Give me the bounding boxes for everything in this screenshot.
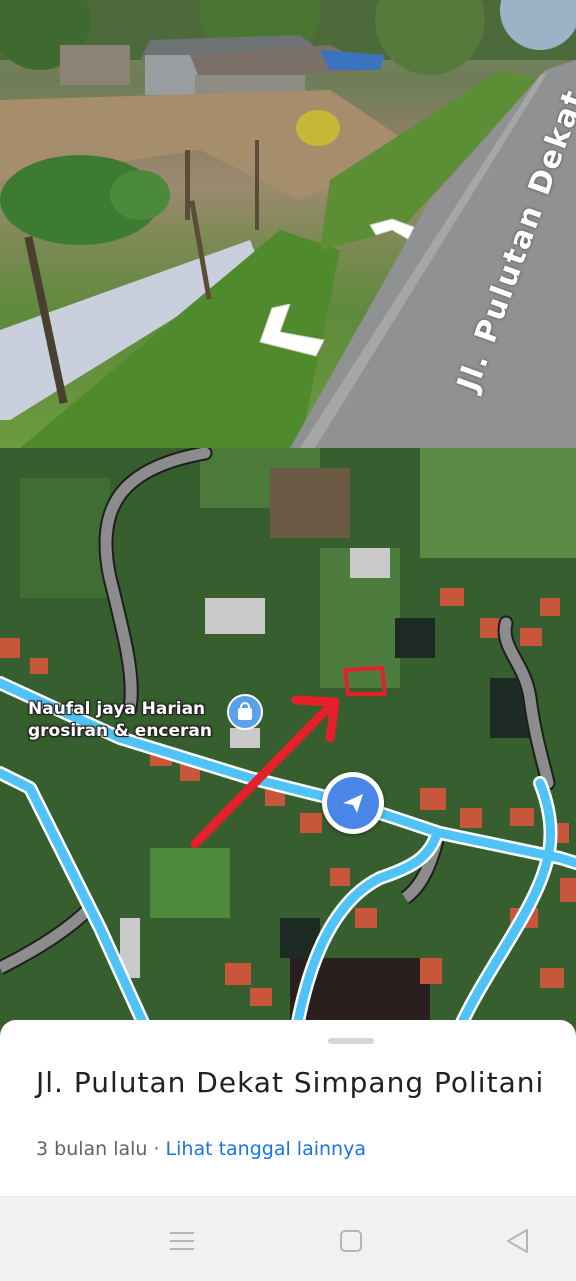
- back-triangle-icon[interactable]: [498, 1221, 538, 1261]
- system-navigation-bar: [0, 1196, 576, 1281]
- meta-separator: ·: [153, 1138, 160, 1160]
- red-annotation: [190, 666, 387, 849]
- menu-icon[interactable]: [162, 1221, 202, 1261]
- menu-glyph: [170, 1232, 194, 1250]
- street-view-panel[interactable]: Jl. Pulutan Dekat: [0, 0, 576, 448]
- drag-handle[interactable]: [328, 1038, 374, 1044]
- location-button[interactable]: [322, 772, 384, 834]
- back-triangle-glyph: [507, 1229, 528, 1253]
- annotation-arrow-shaft: [190, 701, 335, 849]
- capture-meta: 3 bulan lalu · Lihat tanggal lainnya: [36, 1138, 366, 1160]
- home-square-glyph: [340, 1230, 362, 1252]
- forward-arrow-icon[interactable]: [366, 217, 418, 243]
- info-sheet[interactable]: Jl. Pulutan Dekat Simpang Politani 3 bul…: [0, 1020, 576, 1196]
- backward-arrow-icon[interactable]: [256, 304, 328, 360]
- navigation-arrow-icon: [343, 794, 363, 813]
- see-other-dates-link[interactable]: Lihat tanggal lainnya: [166, 1138, 366, 1160]
- annotation-box: [343, 666, 387, 696]
- satellite-map[interactable]: Naufal jaya Harian grosiran & enceran: [0, 448, 576, 1038]
- place-title: Jl. Pulutan Dekat Simpang Politani: [36, 1066, 545, 1099]
- capture-date: 3 bulan lalu: [36, 1138, 148, 1160]
- home-square-icon[interactable]: [331, 1221, 371, 1261]
